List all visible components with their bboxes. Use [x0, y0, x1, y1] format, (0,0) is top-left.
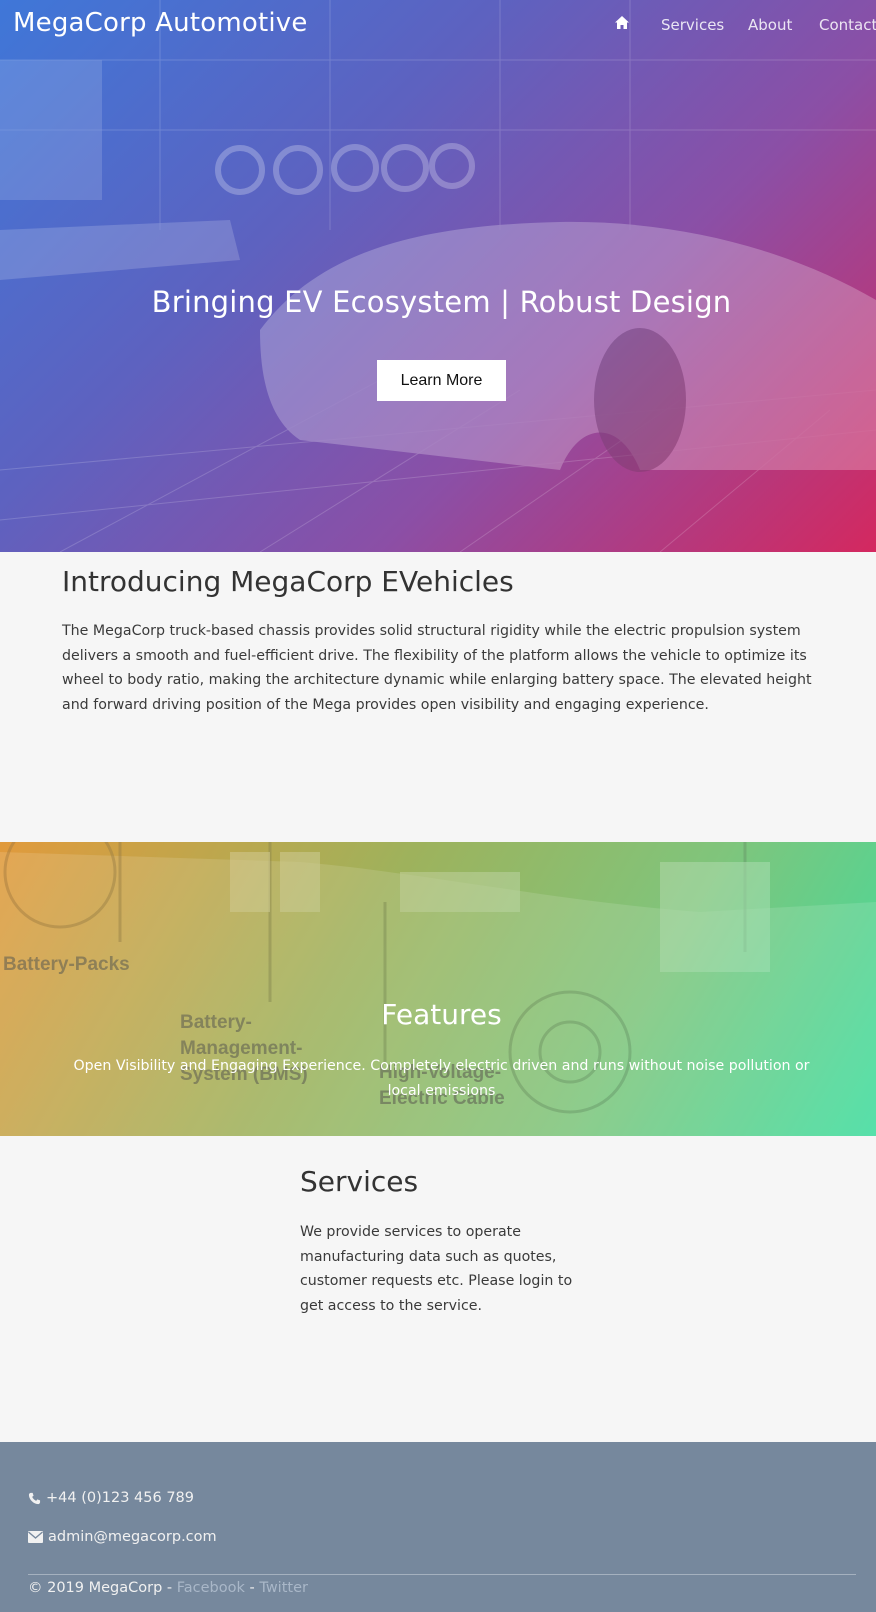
- hero-section: MegaCorp Automotive Services About Conta…: [0, 0, 876, 552]
- nav-home-link[interactable]: [614, 15, 632, 33]
- diagram-label-battery-packs: Battery-Packs: [3, 954, 130, 975]
- envelope-icon: [28, 1531, 43, 1543]
- features-section: Battery-Packs Battery-Management-System …: [0, 842, 876, 1136]
- services-body: We provide services to operate manufactu…: [300, 1224, 573, 1314]
- footer-copyright: © 2019 MegaCorp - Facebook - Twitter: [28, 1580, 308, 1596]
- features-heading: Features: [381, 998, 502, 1031]
- copyright-text: © 2019 MegaCorp -: [28, 1580, 177, 1596]
- facebook-link[interactable]: Facebook: [177, 1580, 245, 1596]
- site-footer: +44 (0)123 456 789 admin@megacorp.com © …: [0, 1442, 876, 1612]
- brand-logo-link[interactable]: MegaCorp Automotive: [13, 8, 308, 38]
- footer-email-text[interactable]: admin@megacorp.com: [48, 1529, 217, 1545]
- home-icon: [615, 16, 629, 29]
- footer-email: admin@megacorp.com: [28, 1529, 217, 1545]
- footer-phone-text: +44 (0)123 456 789: [46, 1490, 194, 1506]
- hero-background-image: [0, 0, 876, 552]
- nav-about-link[interactable]: About: [748, 16, 792, 34]
- learn-more-button[interactable]: Learn More: [377, 360, 506, 401]
- nav-contact-link[interactable]: Contact: [819, 16, 876, 34]
- intro-section: Introducing MegaCorp EVehicles The MegaC…: [0, 552, 876, 842]
- footer-phone: +44 (0)123 456 789: [28, 1490, 194, 1506]
- twitter-link[interactable]: Twitter: [259, 1580, 308, 1596]
- intro-body: The MegaCorp truck-based chassis provide…: [62, 623, 812, 713]
- top-navbar: MegaCorp Automotive Services About Conta…: [0, 0, 876, 50]
- intro-heading: Introducing MegaCorp EVehicles: [62, 565, 514, 598]
- phone-icon: [28, 1492, 41, 1504]
- footer-divider: [28, 1574, 856, 1575]
- features-body: Open Visibility and Engaging Experience.…: [73, 1058, 810, 1099]
- hero-title: Bringing EV Ecosystem | Robust Design: [151, 285, 732, 319]
- link-separator: -: [244, 1580, 260, 1596]
- nav-services-link[interactable]: Services: [661, 16, 724, 34]
- services-section: Services We provide services to operate …: [0, 1136, 876, 1442]
- services-heading: Services: [300, 1165, 419, 1198]
